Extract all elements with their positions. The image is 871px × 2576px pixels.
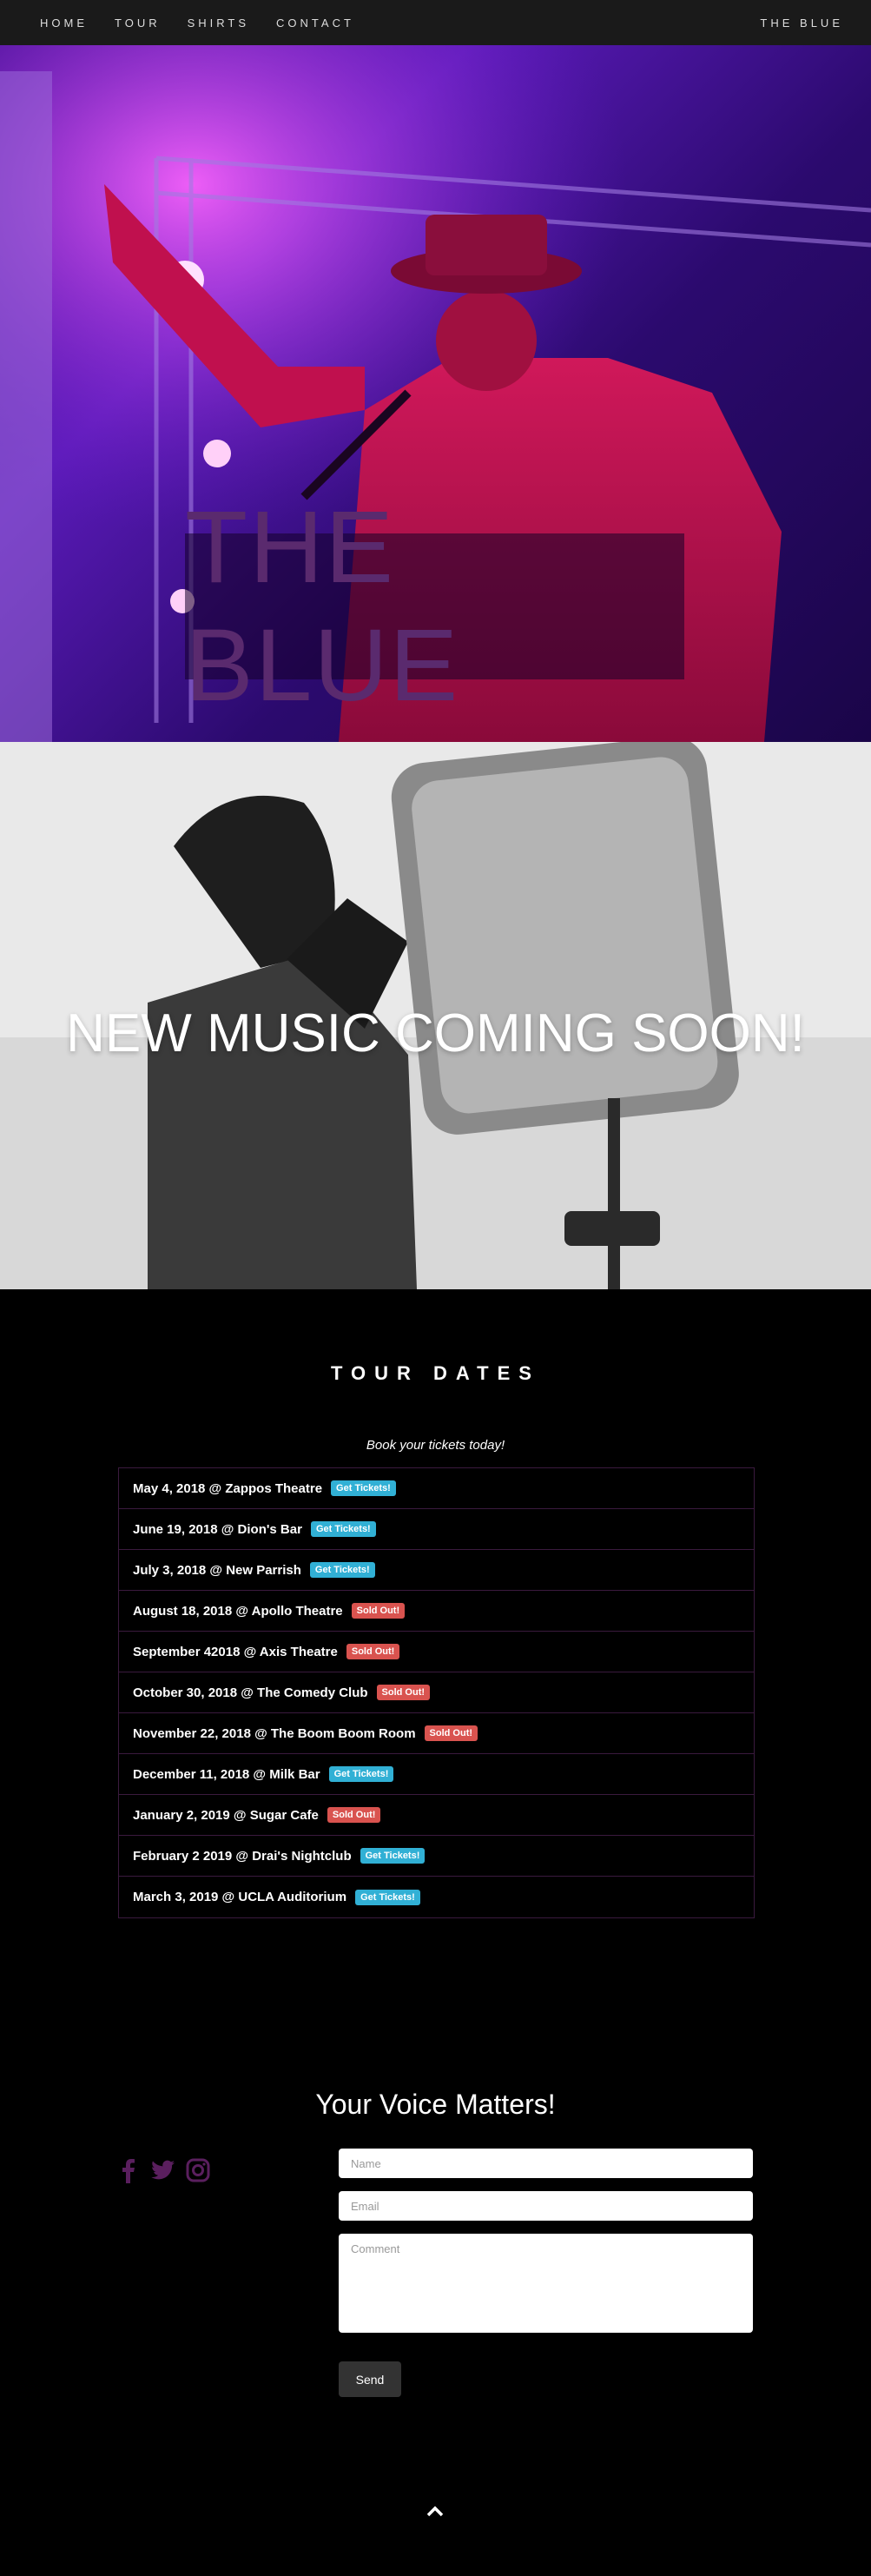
tour-date-row: October 30, 2018 @ The Comedy Club Sold O… (119, 1672, 754, 1713)
get-tickets-badge[interactable]: Get Tickets! (309, 1562, 375, 1578)
sold-out-badge: Sold Out! (376, 1685, 431, 1700)
get-tickets-badge[interactable]: Get Tickets! (328, 1766, 394, 1782)
contact-heading: Your Voice Matters! (315, 2089, 556, 2120)
social-links (116, 2157, 210, 2183)
get-tickets-badge[interactable]: Get Tickets! (360, 1848, 426, 1864)
tour-subheading: Book your tickets today! (366, 1438, 505, 1453)
scroll-to-top-link[interactable] (426, 2506, 445, 2522)
new-music-title: NEW MUSIC COMING SOON! (66, 1003, 805, 1063)
hero-title-box: THE BLUE (185, 490, 684, 723)
nav-brand-link[interactable]: THE BLUE (760, 17, 843, 30)
tour-date-text: October 30, 2018 @ The Comedy Club (133, 1685, 368, 1700)
sold-out-badge: Sold Out! (346, 1644, 400, 1659)
tour-date-row: August 18, 2018 @ Apollo Theatre Sold Out… (119, 1591, 754, 1632)
facebook-icon[interactable] (116, 2157, 141, 2183)
new-music-section: NEW MUSIC COMING SOON! (0, 742, 871, 1289)
tour-date-row: July 3, 2018 @ New Parrish Get Tickets! (119, 1550, 754, 1591)
nav-tour-link[interactable]: TOUR (115, 17, 161, 30)
sold-out-badge: Sold Out! (424, 1725, 478, 1741)
tour-date-row: May 4, 2018 @ Zappos Theatre Get Tickets! (119, 1468, 754, 1509)
contact-form: Send (339, 2149, 753, 2397)
hero-title: THE BLUE (185, 490, 460, 723)
hero-section: THE BLUE (0, 45, 871, 742)
send-button[interactable]: Send (339, 2361, 401, 2397)
chevron-up-icon (426, 2506, 444, 2517)
tour-date-row: January 2, 2019 @ Sugar Cafe Sold Out! (119, 1795, 754, 1836)
get-tickets-badge[interactable]: Get Tickets! (310, 1521, 376, 1537)
nav-contact-link[interactable]: CONTACT (276, 17, 354, 30)
twitter-icon[interactable] (151, 2157, 175, 2183)
tour-date-text: November 22, 2018 @ The Boom Boom Room (133, 1725, 416, 1741)
tour-dates-heading: TOUR DATES (331, 1362, 540, 1384)
tour-date-row: March 3, 2019 @ UCLA Auditorium Get Ticke… (119, 1877, 754, 1917)
tour-date-text: June 19, 2018 @ Dion's Bar (133, 1521, 302, 1537)
comment-textarea[interactable] (339, 2234, 753, 2333)
tour-date-text: February 2 2019 @ Drai's Nightclub (133, 1848, 352, 1864)
get-tickets-badge[interactable]: Get Tickets! (355, 1889, 420, 1905)
tour-date-text: January 2, 2019 @ Sugar Cafe (133, 1807, 319, 1823)
tour-date-text: July 3, 2018 @ New Parrish (133, 1562, 301, 1578)
tour-date-text: December 11, 2018 @ Milk Bar (133, 1766, 320, 1782)
email-input[interactable] (339, 2191, 753, 2221)
tour-date-row: September 42018 @ Axis Theatre Sold Out! (119, 1632, 754, 1672)
tour-date-text: May 4, 2018 @ Zappos Theatre (133, 1480, 323, 1496)
tour-date-row: December 11, 2018 @ Milk Bar Get Tickets! (119, 1754, 754, 1795)
tour-date-row: February 2 2019 @ Drai's Nightclub Get Ti… (119, 1836, 754, 1877)
tour-date-text: August 18, 2018 @ Apollo Theatre (133, 1603, 343, 1619)
top-navbar: HOME TOUR SHIRTS CONTACT THE BLUE (0, 0, 871, 45)
tour-date-row: November 22, 2018 @ The Boom Boom Room So… (119, 1713, 754, 1754)
sold-out-badge: Sold Out! (351, 1603, 406, 1619)
nav-shirts-link[interactable]: SHIRTS (188, 17, 249, 30)
instagram-icon[interactable] (186, 2157, 210, 2183)
sold-out-badge: Sold Out! (327, 1807, 381, 1823)
tour-date-text: September 42018 @ Axis Theatre (133, 1644, 338, 1659)
tour-date-text: March 3, 2019 @ UCLA Auditorium (133, 1890, 347, 1904)
name-input[interactable] (339, 2149, 753, 2178)
nav-links: HOME TOUR SHIRTS CONTACT (40, 17, 381, 30)
tour-dates-list: May 4, 2018 @ Zappos Theatre Get Tickets!… (118, 1467, 755, 1918)
tour-date-row: June 19, 2018 @ Dion's Bar Get Tickets! (119, 1509, 754, 1550)
get-tickets-badge[interactable]: Get Tickets! (331, 1480, 396, 1496)
nav-home-link[interactable]: HOME (40, 17, 88, 30)
